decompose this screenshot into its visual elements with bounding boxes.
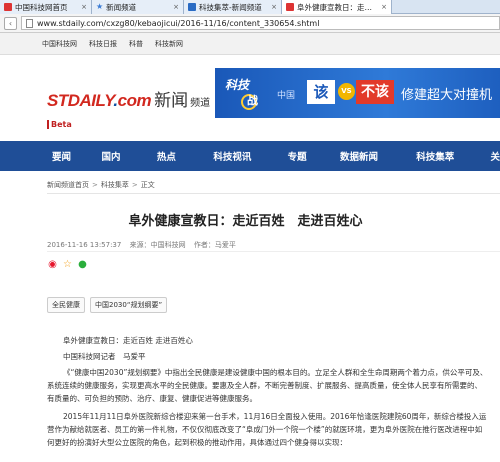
browser-tab[interactable]: 中国科技网首页 × xyxy=(0,0,92,14)
banner-logo: 科技 战 xyxy=(221,74,271,112)
url-field[interactable]: www.stdaily.com/cxzg80/kebaojicui/2016-1… xyxy=(21,16,500,30)
share-bar: ◉ ☆ ● xyxy=(47,259,88,270)
close-icon[interactable]: × xyxy=(381,3,387,11)
main-nav-item[interactable]: 数据新闻 xyxy=(340,149,416,163)
ad-banner[interactable]: 科技 战 中国 该 VS 不该 修建超大对撞机 xyxy=(215,68,500,118)
nav-link[interactable]: 科技日报 xyxy=(89,39,117,49)
browser-tab-strip: 中国科技网首页 × ★ 新闻频道 × 科技集萃-新闻频道 × 阜外健康宣教日：走… xyxy=(0,0,500,14)
banner-china: 中国 xyxy=(277,91,296,101)
url-text: www.stdaily.com/cxzg80/kebaojicui/2016-1… xyxy=(37,18,320,28)
article-title: 阜外健康宣教日：走近百姓 走进百姓心 xyxy=(128,214,363,229)
logo-news: 新闻 xyxy=(154,91,189,111)
banner-bugai: 不该 xyxy=(356,80,394,104)
breadcrumb-link[interactable]: 科技集萃 xyxy=(101,181,129,189)
close-icon[interactable]: × xyxy=(271,3,277,11)
breadcrumb: 新闻频道首页 > 科技集萃 > 正文 xyxy=(47,181,155,189)
nav-link[interactable]: 中国科技网 xyxy=(42,39,77,49)
main-nav-item[interactable]: 专题 xyxy=(288,149,340,163)
logo-channel: 频道 xyxy=(190,98,211,109)
breadcrumb-link[interactable]: 新闻频道首页 xyxy=(47,181,89,189)
main-nav-item[interactable]: 科技视讯 xyxy=(213,149,287,163)
tab-label: 中国科技网首页 xyxy=(15,2,68,12)
article-source: 来源：中国科技网 xyxy=(129,241,186,249)
address-bar: ‹ www.stdaily.com/cxzg80/kebaojicui/2016… xyxy=(0,14,500,33)
back-icon[interactable]: ‹ xyxy=(4,16,17,30)
nav-link[interactable]: 科技新网 xyxy=(155,39,183,49)
star-icon: ★ xyxy=(96,2,104,11)
browser-tab[interactable]: ★ 新闻频道 × xyxy=(92,0,184,14)
article-body: 阜外健康宣教日：走近百姓 走进百姓心 中国科技网记者 马爱平 《“健康中国203… xyxy=(47,334,488,449)
banner-gai: 该 xyxy=(307,80,335,104)
red-square-icon xyxy=(4,3,12,11)
publish-date: 2016-11-16 13:57:37 xyxy=(47,241,122,249)
tab-label: 新闻频道 xyxy=(106,2,137,12)
breadcrumb-current: 正文 xyxy=(140,181,155,189)
nav-link[interactable]: 科普 xyxy=(129,39,143,49)
tag[interactable]: 全民健康 xyxy=(47,297,85,313)
star-icon[interactable]: ☆ xyxy=(62,259,73,270)
close-icon[interactable]: × xyxy=(81,3,87,11)
logo-stdaily: STDAILY.com xyxy=(47,91,152,110)
article-paragraph: 《“健康中国2030”规划纲要》中指出全民健康是建设健康中国的根本目的。立足全人… xyxy=(47,368,488,403)
site-header: STDAILY.com 新闻 频道 Beta 科技 战 中国 该 VS 不该 修… xyxy=(0,56,500,140)
article-author: 作者：马爱平 xyxy=(193,241,236,249)
weibo-icon[interactable]: ◉ xyxy=(47,259,58,270)
article-lead-title: 阜外健康宣教日：走近百姓 走进百姓心 xyxy=(63,336,193,345)
blue-square-icon xyxy=(188,3,196,11)
wechat-icon[interactable]: ● xyxy=(77,259,88,270)
tab-label: 阜外健康宣教日：走近百姓 xyxy=(297,2,379,12)
red-square-icon xyxy=(286,3,294,11)
main-nav: 要闻 国内 热点 科技视讯 专题 数据新闻 科技集萃 关 xyxy=(0,141,500,171)
site-logo[interactable]: STDAILY.com 新闻 频道 xyxy=(47,86,211,111)
main-nav-item[interactable]: 热点 xyxy=(157,149,213,163)
article-byline: 中国科技网记者 马爱平 xyxy=(63,352,146,361)
main-nav-item[interactable]: 科技集萃 xyxy=(416,149,490,163)
divider xyxy=(47,251,500,252)
beta-label: Beta xyxy=(47,120,72,129)
banner-slogan: 修建超大对撞机 xyxy=(401,88,493,103)
page-icon xyxy=(26,18,33,28)
tab-label: 科技集萃-新闻频道 xyxy=(199,2,262,12)
main-nav-item[interactable]: 要闻 xyxy=(52,149,101,163)
main-nav-item[interactable]: 国内 xyxy=(101,149,156,163)
banner-vs-badge: VS xyxy=(338,83,355,100)
browser-tab[interactable]: 科技集萃-新闻频道 × xyxy=(184,0,282,14)
browser-tab-active[interactable]: 阜外健康宣教日：走近百姓 × xyxy=(282,0,392,14)
tag-list: 全民健康 中国2030“规划纲要” xyxy=(47,297,168,313)
article-paragraph: 2015年11月11日阜外医院新综合楼迎来第一台手术，11月16日全面投入使用。… xyxy=(47,412,487,447)
close-icon[interactable]: × xyxy=(173,3,179,11)
main-nav-item[interactable]: 关 xyxy=(490,149,500,163)
article-meta: 2016-11-16 13:57:37 来源：中国科技网 作者：马爱平 xyxy=(47,240,242,250)
site-top-nav: 中国科技网 科技日报 科普 科技新网 xyxy=(0,33,500,55)
tag[interactable]: 中国2030“规划纲要” xyxy=(90,297,168,313)
divider xyxy=(47,193,500,194)
